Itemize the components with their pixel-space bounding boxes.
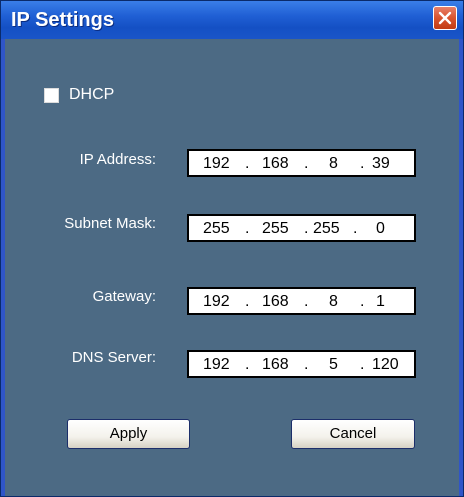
ip-address-label: IP Address:: [79, 151, 156, 168]
gateway-dot-2: .: [304, 293, 309, 310]
subnet-mask-dot-2: .: [304, 220, 309, 237]
dns-server-octet-2: 168: [262, 356, 289, 373]
dhcp-option: DHCP: [44, 86, 114, 104]
dns-server-octet-4: 120: [372, 356, 399, 373]
dns-server-dot-2: .: [304, 356, 309, 373]
gateway-dot-1: .: [245, 293, 250, 310]
window-frame-right: [459, 39, 463, 496]
subnet-mask-dot-1: .: [245, 220, 250, 237]
gateway-octet-2: 168: [262, 293, 289, 310]
gateway-label: Gateway:: [92, 288, 156, 305]
title-bar[interactable]: IP Settings: [1, 1, 463, 39]
ip-address-octet-2: 168: [262, 155, 289, 172]
dns-server-label: DNS Server:: [71, 349, 156, 366]
ip-settings-dialog: IP Settings DHCP IP Address: 192 . 168 .…: [0, 0, 464, 497]
subnet-mask-octet-1: 255: [203, 220, 230, 237]
subnet-mask-dot-3: .: [353, 220, 358, 237]
gateway-octet-1: 192: [203, 293, 230, 310]
ip-address-octet-3: 8: [329, 155, 338, 172]
dns-server-dot-1: .: [245, 356, 250, 373]
gateway-dot-3: .: [360, 293, 365, 310]
window-title: IP Settings: [11, 9, 114, 31]
dns-server-input[interactable]: 192 . 168 . 5 . 120: [187, 350, 416, 378]
subnet-mask-label: Subnet Mask:: [64, 215, 156, 232]
ip-address-dot-3: .: [360, 155, 365, 172]
dns-server-octet-3: 5: [329, 356, 338, 373]
dhcp-label: DHCP: [69, 86, 115, 103]
ip-address-dot-2: .: [304, 155, 309, 172]
ip-address-octet-4: 39: [372, 155, 390, 172]
window-frame-left: [1, 39, 5, 496]
dns-server-dot-3: .: [360, 356, 365, 373]
gateway-octet-4: 1: [376, 293, 385, 310]
ip-address-dot-1: .: [245, 155, 250, 172]
subnet-mask-octet-2: 255: [262, 220, 289, 237]
close-icon: [438, 11, 452, 25]
ip-address-input[interactable]: 192 . 168 . 8 . 39: [187, 149, 416, 177]
gateway-input[interactable]: 192 . 168 . 8 . 1: [187, 287, 416, 315]
subnet-mask-octet-3: 255: [313, 220, 340, 237]
dns-server-octet-1: 192: [203, 356, 230, 373]
gateway-octet-3: 8: [329, 293, 338, 310]
subnet-mask-octet-4: 0: [376, 220, 385, 237]
dhcp-checkbox[interactable]: [44, 87, 59, 103]
ip-address-octet-1: 192: [203, 155, 230, 172]
close-button[interactable]: [433, 6, 457, 30]
apply-button[interactable]: Apply: [67, 419, 190, 449]
cancel-button[interactable]: Cancel: [291, 419, 415, 449]
subnet-mask-input[interactable]: 255 . 255 . 255 . 0: [187, 214, 416, 242]
